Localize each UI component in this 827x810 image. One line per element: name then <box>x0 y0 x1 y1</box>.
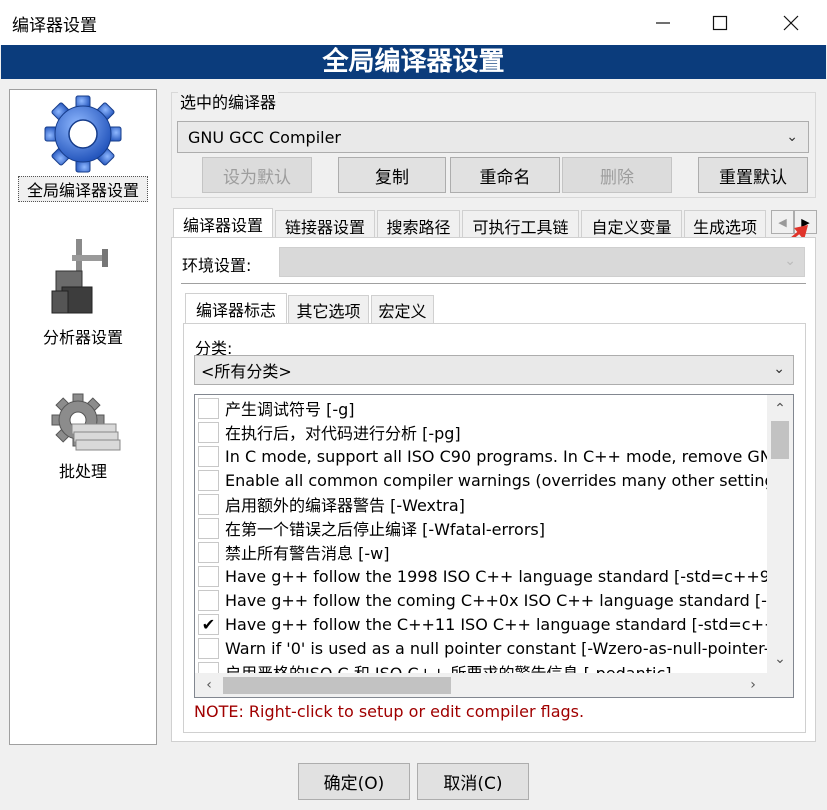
compiler-select-value: GNU GCC Compiler <box>188 127 342 147</box>
subtab-defines[interactable]: 宏定义 <box>371 295 434 324</box>
sidebar: 全局编译器设置 分析器设置 批处理 <box>9 89 157 745</box>
reset-defaults-button[interactable]: 重置默认 <box>698 157 808 193</box>
minimize-button[interactable] <box>640 0 686 45</box>
chevron-down-icon[interactable]: ⌄ <box>767 647 793 671</box>
ok-button[interactable]: 确定(O) <box>298 763 410 800</box>
flag-label: Have g++ follow the 1998 ISO C++ languag… <box>225 566 767 586</box>
chevron-left-icon[interactable]: ‹ <box>197 673 221 697</box>
flag-checkbox[interactable] <box>198 421 219 443</box>
flag-checkbox[interactable]: ✔ <box>198 613 219 635</box>
flag-label: In C mode, support all ISO C90 programs.… <box>225 446 767 466</box>
flag-label: Have g++ follow the C++11 ISO C++ langua… <box>225 614 767 634</box>
vertical-scroll-thumb[interactable] <box>771 421 789 459</box>
sidebar-item-global-compiler[interactable]: 全局编译器设置 <box>10 90 156 210</box>
list-item[interactable]: Have g++ follow the coming C++0x ISO C++… <box>195 588 767 612</box>
set-default-button[interactable]: 设为默认 <box>202 157 312 193</box>
chevron-down-icon: ⌄ <box>773 361 785 377</box>
flag-checkbox[interactable] <box>198 397 219 419</box>
flags-list[interactable]: 产生调试符号 [-g] 在执行后，对代码进行分析 [-pg] In C mode… <box>194 394 794 698</box>
gear-icon <box>44 95 122 173</box>
maximize-button[interactable] <box>697 0 743 45</box>
compiler-select[interactable]: GNU GCC Compiler ⌄ <box>177 121 809 153</box>
flag-label: 启用严格的ISO C 和 ISO C++ 所要求的警告信息 [-pedantic… <box>225 660 672 673</box>
flags-note: NOTE: Right-click to setup or edit compi… <box>194 702 585 721</box>
rename-button[interactable]: 重命名 <box>450 157 560 193</box>
sidebar-item-label: 批处理 <box>58 462 107 481</box>
window-title: 编译器设置 <box>12 16 97 36</box>
minimize-icon <box>656 21 670 24</box>
delete-button[interactable]: 删除 <box>562 157 672 193</box>
flag-checkbox[interactable] <box>198 637 219 659</box>
caliper-icon <box>51 239 108 314</box>
tab-compiler-settings[interactable]: 编译器设置 <box>173 208 273 239</box>
chevron-up-icon[interactable]: ⌃ <box>767 397 793 421</box>
sidebar-item-batch[interactable]: 批处理 <box>10 380 156 490</box>
maximize-icon <box>712 15 728 30</box>
sidebar-item-analyzer[interactable]: 分析器设置 <box>10 230 156 350</box>
flag-label: Have g++ follow the coming C++0x ISO C++… <box>225 590 767 610</box>
list-item[interactable]: Warn if '0' is used as a null pointer co… <box>195 636 767 660</box>
checkmark-icon: ✔ <box>201 614 216 634</box>
flag-label: 在第一个错误之后停止编译 [-Wfatal-errors] <box>225 520 545 539</box>
flag-checkbox[interactable] <box>198 565 219 587</box>
scrollbar-corner <box>767 673 793 697</box>
horizontal-scroll-thumb[interactable] <box>223 677 451 694</box>
tab-linker-settings[interactable]: 链接器设置 <box>275 210 375 240</box>
list-item[interactable]: 启用严格的ISO C 和 ISO C++ 所要求的警告信息 [-pedantic… <box>195 660 767 673</box>
flags-list-viewport: 产生调试符号 [-g] 在执行后，对代码进行分析 [-pg] In C mode… <box>195 395 767 673</box>
flag-label: 禁止所有警告消息 [-w] <box>225 544 390 563</box>
flag-label: 在执行后，对代码进行分析 [-pg] <box>225 424 461 443</box>
flag-label: Enable all common compiler warnings (ove… <box>225 470 767 490</box>
list-item[interactable]: 启用额外的编译器警告 [-Wextra] <box>195 492 767 516</box>
chevron-down-icon: ⌄ <box>784 253 796 269</box>
flag-checkbox[interactable] <box>198 445 219 467</box>
sidebar-item-label: 全局编译器设置 <box>18 176 148 202</box>
list-item[interactable]: 在执行后，对代码进行分析 [-pg] <box>195 420 767 444</box>
chevron-right-icon[interactable]: › <box>741 673 765 697</box>
flag-label: 产生调试符号 [-g] <box>225 400 355 419</box>
tab-toolchain[interactable]: 可执行工具链 <box>462 210 579 240</box>
category-select[interactable]: <所有分类> ⌄ <box>194 355 794 385</box>
vertical-scrollbar[interactable]: ⌃ ⌄ <box>767 395 793 673</box>
flag-checkbox[interactable] <box>198 541 219 563</box>
list-item[interactable]: ✔ Have g++ follow the C++11 ISO C++ lang… <box>195 612 767 636</box>
list-item[interactable]: 在第一个错误之后停止编译 [-Wfatal-errors] <box>195 516 767 540</box>
list-item[interactable]: Have g++ follow the 1998 ISO C++ languag… <box>195 564 767 588</box>
tab-search-paths[interactable]: 搜索路径 <box>377 210 460 240</box>
close-icon <box>783 15 799 30</box>
flag-checkbox[interactable] <box>198 493 219 515</box>
flag-checkbox[interactable] <box>198 661 219 673</box>
separator <box>181 283 806 284</box>
env-select[interactable]: ⌄ <box>279 247 805 277</box>
flag-checkbox[interactable] <box>198 469 219 491</box>
list-item[interactable]: 禁止所有警告消息 [-w] <box>195 540 767 564</box>
flag-label: Warn if '0' is used as a null pointer co… <box>225 638 767 658</box>
subtab-other-options[interactable]: 其它选项 <box>288 295 369 324</box>
title-bar: 编译器设置 <box>0 0 827 45</box>
tab-custom-vars[interactable]: 自定义变量 <box>581 210 682 240</box>
banner-title: 全局编译器设置 <box>1 45 826 79</box>
list-item[interactable]: Enable all common compiler warnings (ove… <box>195 468 767 492</box>
copy-button[interactable]: 复制 <box>338 157 446 193</box>
tab-build-options[interactable]: 生成选项 <box>684 210 766 240</box>
horizontal-scrollbar[interactable]: ‹ › <box>195 673 767 697</box>
env-label: 环境设置: <box>182 256 252 275</box>
flag-checkbox[interactable] <box>198 589 219 611</box>
subtab-compiler-flags[interactable]: 编译器标志 <box>185 293 287 324</box>
chevron-down-icon: ⌄ <box>786 129 798 145</box>
category-select-value: <所有分类> <box>201 362 292 381</box>
list-item[interactable]: In C mode, support all ISO C90 programs.… <box>195 444 767 468</box>
cancel-button[interactable]: 取消(C) <box>417 763 529 800</box>
list-item[interactable]: 产生调试符号 [-g] <box>195 396 767 420</box>
sidebar-item-label: 分析器设置 <box>42 328 123 347</box>
close-button[interactable] <box>768 0 814 45</box>
compiler-group-title: 选中的编译器 <box>178 89 279 113</box>
flag-checkbox[interactable] <box>198 517 219 539</box>
flag-label: 启用额外的编译器警告 [-Wextra] <box>225 496 465 515</box>
